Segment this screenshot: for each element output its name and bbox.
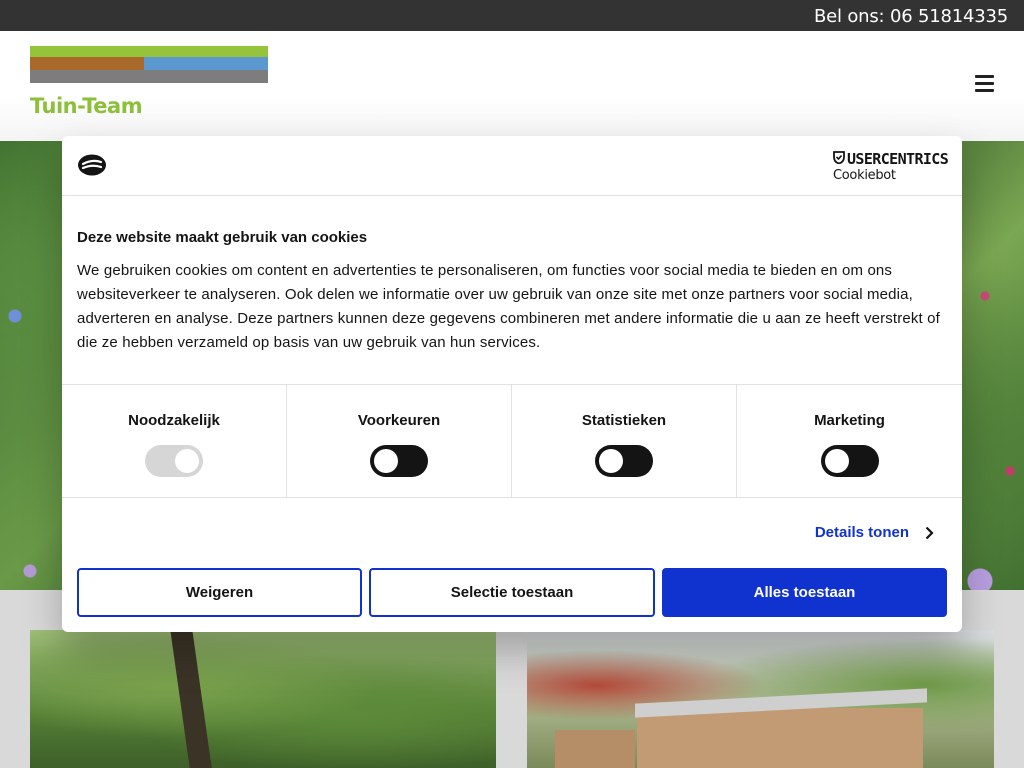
tree-trunk [170, 630, 212, 768]
hamburger-icon[interactable] [975, 75, 994, 93]
cookiebot-text: Cookiebot [833, 168, 896, 183]
top-bar: Bel ons: 06 51814335 [0, 0, 1024, 31]
logo-stripe-grey [30, 70, 268, 83]
usercentrics-brand: USERCENTRICS [833, 150, 949, 168]
category-label: Voorkeuren [357, 412, 441, 429]
cookie-consent-dialog: USERCENTRICS Cookiebot Deze website maak… [62, 136, 962, 632]
category-statistics: Statistieken [512, 385, 737, 497]
marketing-toggle[interactable] [820, 445, 879, 477]
cookie-icon [78, 154, 106, 176]
logo-text[interactable]: Tuin-Team [30, 94, 143, 118]
phone-link[interactable]: Bel ons: 06 51814335 [814, 6, 1008, 27]
garden-photo-left[interactable] [30, 630, 496, 768]
logo-stripe-brown [30, 57, 144, 70]
necessary-toggle [145, 445, 203, 477]
details-link[interactable]: Details tonen [815, 524, 934, 541]
hamburger-line [975, 75, 994, 78]
toggle-knob [374, 449, 398, 473]
toggle-knob [175, 449, 199, 473]
garden-shed [637, 708, 923, 768]
statistics-toggle[interactable] [595, 445, 653, 477]
dialog-header: USERCENTRICS Cookiebot [62, 136, 962, 196]
chevron-right-icon [925, 526, 934, 539]
category-label: Marketing [814, 412, 885, 429]
hamburger-line [975, 82, 994, 85]
allow-all-button[interactable]: Alles toestaan [662, 568, 947, 617]
shield-icon [833, 151, 845, 164]
fence [555, 730, 635, 768]
details-label: Details tonen [814, 524, 909, 541]
logo-stripe-green [30, 46, 268, 57]
dialog-body: Deze website maakt gebruik van cookies W… [77, 229, 947, 355]
category-necessary: Noodzakelijk [62, 385, 287, 497]
category-preferences: Voorkeuren [287, 385, 512, 497]
logo-mark[interactable] [30, 46, 268, 83]
toggle-knob [824, 449, 849, 473]
brand-text: USERCENTRICS [847, 150, 949, 168]
garden-photo-right[interactable] [527, 630, 994, 768]
site-header: Tuin-Team [0, 31, 1024, 141]
usercentrics-logo[interactable]: USERCENTRICS Cookiebot [833, 150, 949, 184]
consent-categories: Noodzakelijk Voorkeuren Statistieken Mar… [62, 384, 962, 498]
category-marketing: Marketing [737, 385, 962, 497]
dialog-description: We gebruiken cookies om content en adver… [77, 262, 940, 351]
dialog-title: Deze website maakt gebruik van cookies [77, 229, 368, 246]
toggle-knob [599, 449, 623, 473]
deny-button[interactable]: Weigeren [77, 568, 362, 617]
allow-selection-button[interactable]: Selectie toestaan [369, 568, 655, 617]
preferences-toggle[interactable] [370, 445, 428, 477]
category-label: Statistieken [581, 412, 667, 429]
hamburger-line [975, 89, 994, 92]
logo-stripe-blue [144, 57, 268, 70]
category-label: Noodzakelijk [128, 412, 220, 429]
